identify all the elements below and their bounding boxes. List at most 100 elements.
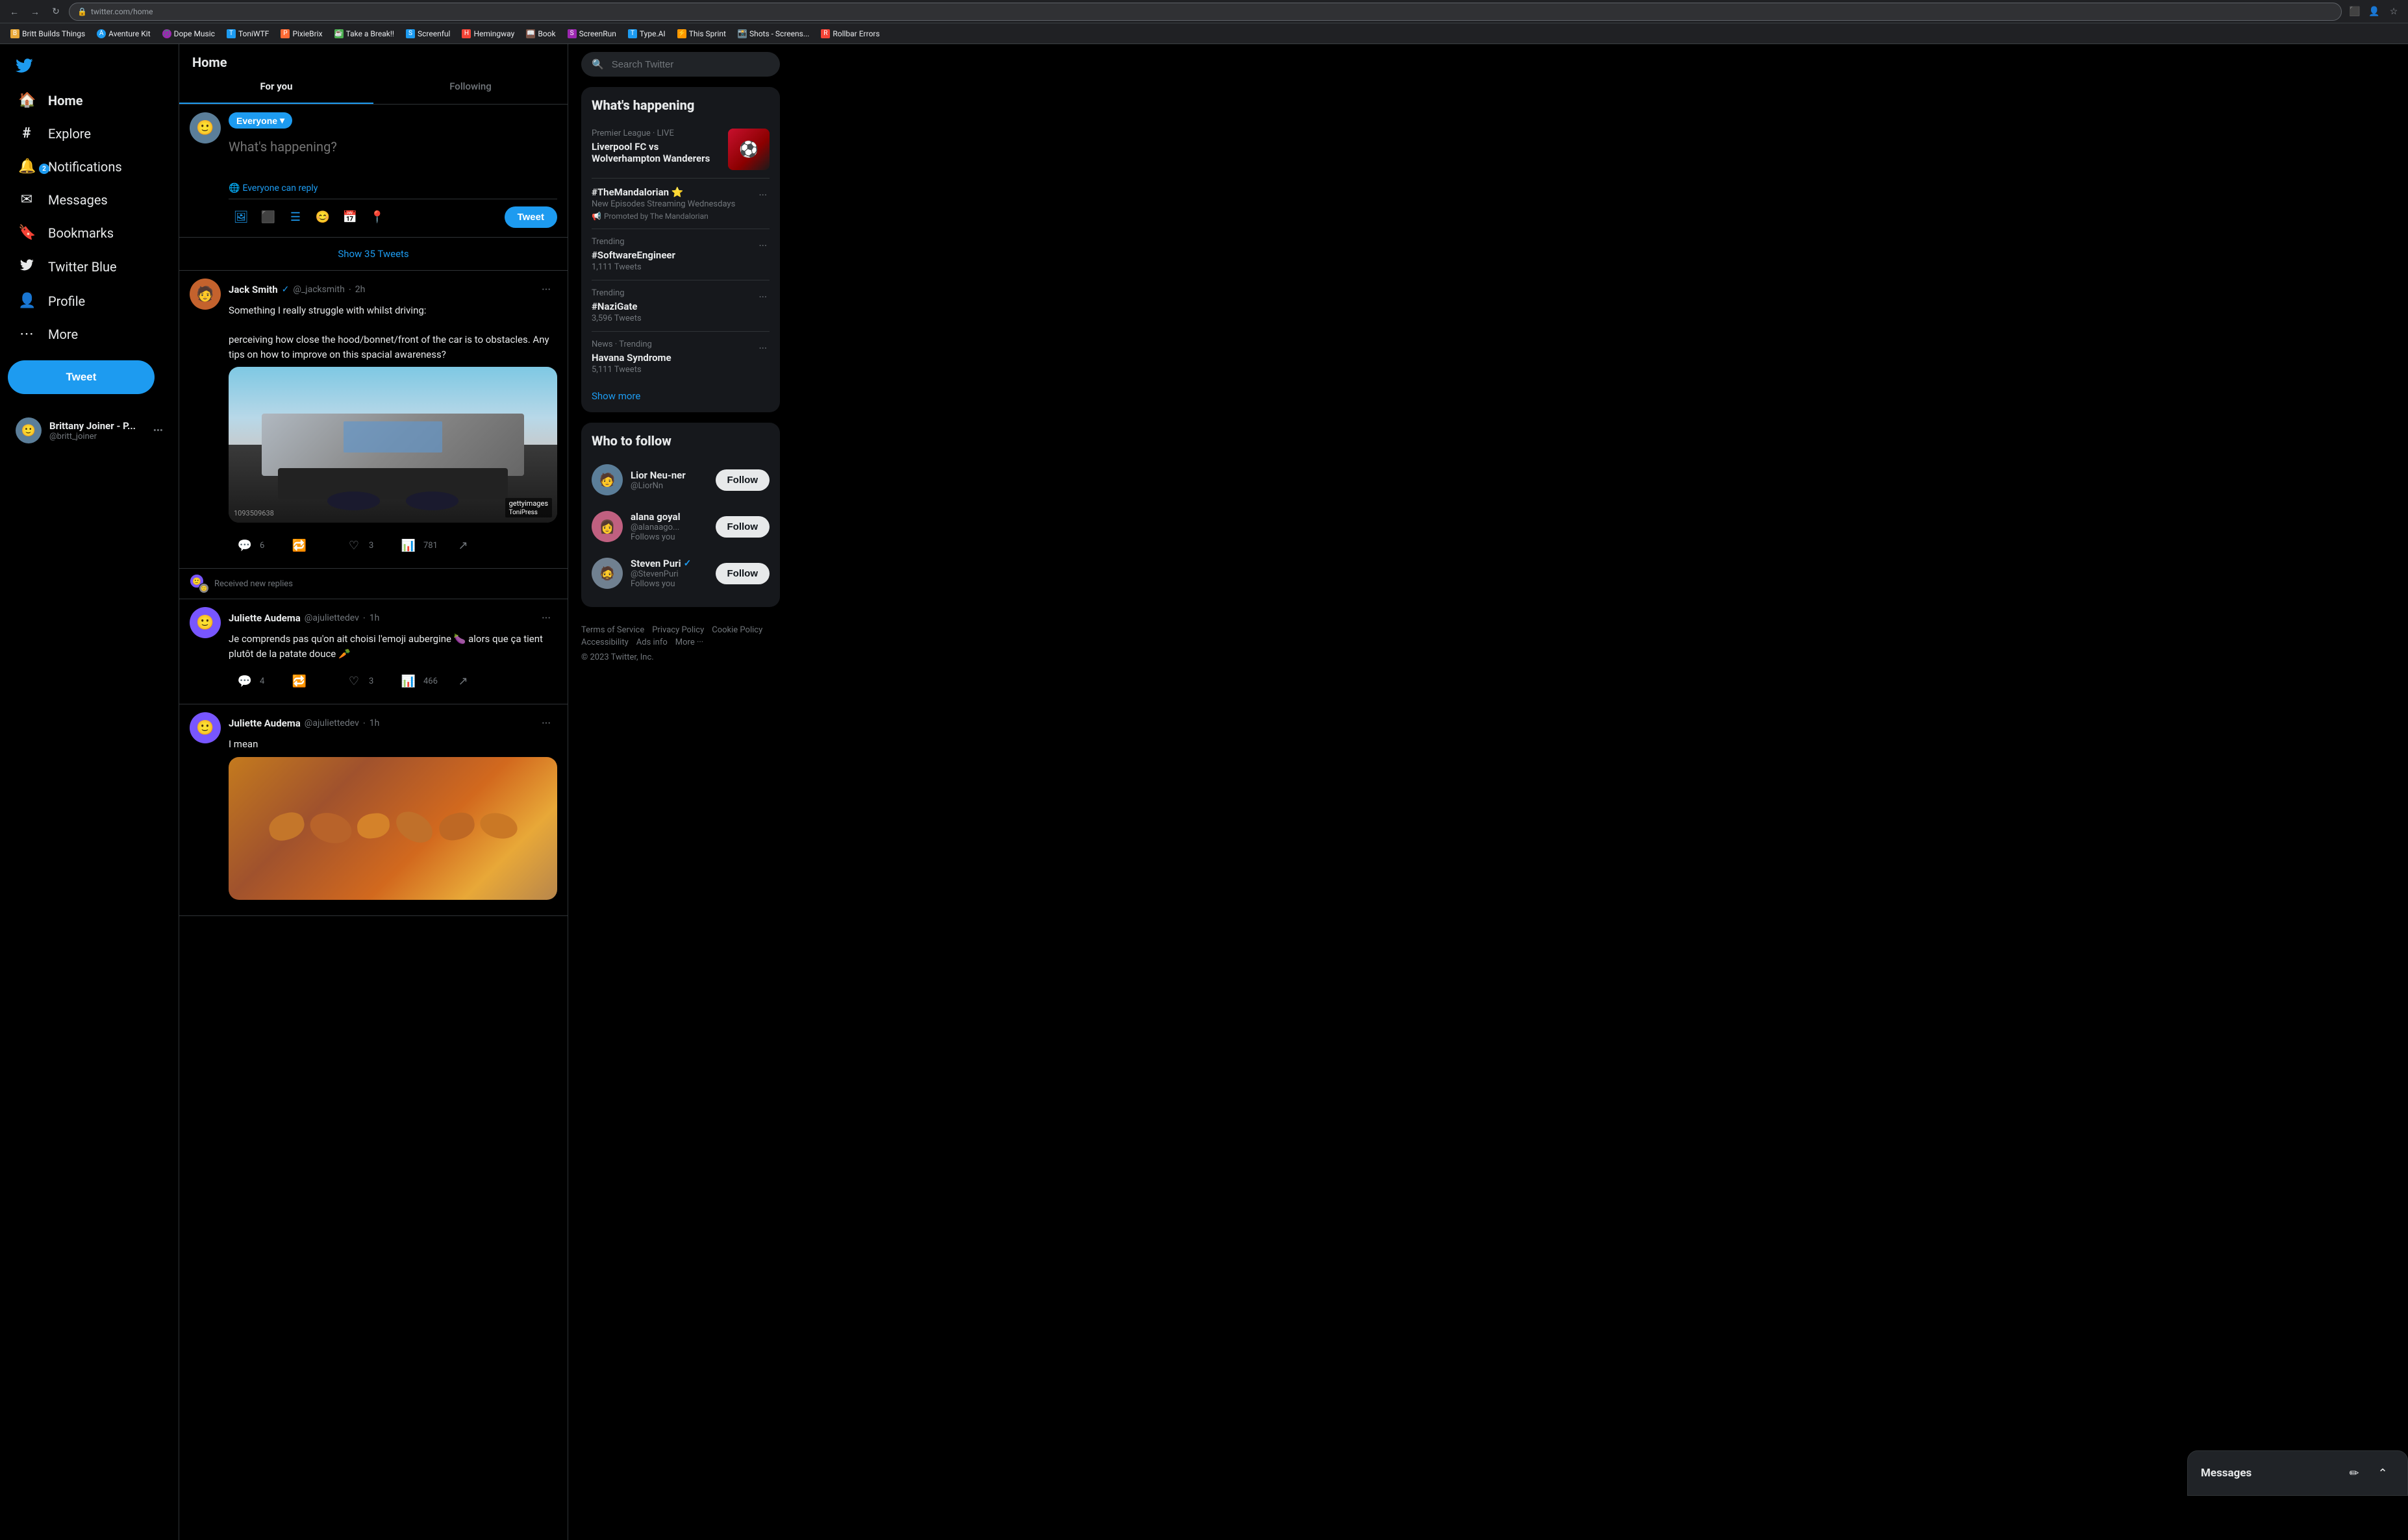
retweet-action[interactable]: 🔁 (283, 530, 335, 560)
trending-more-software[interactable]: ··· (756, 237, 770, 255)
bookmark-button[interactable]: ☆ (2385, 3, 2403, 21)
search-bar[interactable]: 🔍 (581, 52, 780, 77)
reply-count-j1: 4 (260, 677, 264, 686)
trending-more-nazigate[interactable]: ··· (756, 288, 770, 306)
bookmark-break[interactable]: ☕ Take a Break!! (329, 27, 399, 41)
tweet-jack-smith[interactable]: 🧑 Jack Smith ✓ @_jacksmith · 2h ··· Some… (179, 271, 568, 569)
like-action-j1[interactable]: ♡ 3 (338, 666, 390, 696)
tab-following[interactable]: Following (373, 70, 568, 104)
footer-ads[interactable]: Ads info (636, 638, 668, 647)
sidebar-item-bookmarks[interactable]: 🔖 Bookmarks (8, 217, 171, 249)
follow-button-alana[interactable]: Follow (716, 516, 770, 538)
views-action[interactable]: 📊 781 (392, 530, 444, 560)
share-action[interactable]: ↗ (447, 530, 499, 560)
tweet-header-juliette-1: Juliette Audema @ajuliettedev · 1h ··· (229, 607, 557, 629)
follow-item-alana[interactable]: 👩 alana goyal @alanaago... Follows you F… (592, 503, 770, 550)
compose-right: Everyone ▾ 🌐 Everyone can reply 🖼 ⬛ ☰ 😊 … (229, 112, 557, 229)
twitter-logo[interactable] (8, 49, 40, 82)
follow-name-lior: Lior Neu-ner (631, 469, 708, 481)
share-icon-j1: ↗ (452, 670, 474, 692)
footer-accessibility[interactable]: Accessibility (581, 638, 629, 647)
audience-selector[interactable]: Everyone ▾ (229, 112, 292, 129)
compose-message-button[interactable]: ✏ (2342, 1461, 2366, 1485)
footer-cookie[interactable]: Cookie Policy (712, 625, 762, 635)
compose-icons: 🖼 ⬛ ☰ 😊 📅 📍 (229, 205, 390, 229)
follow-item-lior[interactable]: 🧑 Lior Neu-ner @LiorNn Follow (592, 456, 770, 503)
tweet-more-button-j1[interactable]: ··· (535, 607, 557, 629)
bookmark-toni[interactable]: T ToniWTF (221, 27, 275, 41)
bookmark-screenful[interactable]: S Screenful (401, 27, 455, 41)
views-action-j1[interactable]: 📊 466 (392, 666, 444, 696)
bookmark-hemingway[interactable]: H Hemingway (457, 27, 520, 41)
bookmark-hemingway-label: Hemingway (473, 29, 514, 38)
trending-more-havana[interactable]: ··· (756, 340, 770, 357)
collapse-messages-button[interactable]: ⌃ (2371, 1461, 2394, 1485)
bookmark-dope[interactable]: 🎵 Dope Music (157, 27, 220, 41)
reply-action[interactable]: 💬 6 (229, 530, 281, 560)
whats-happening-card: What's happening Premier League · LIVE L… (581, 87, 780, 412)
trending-mandalorian[interactable]: #TheMandalorian ⭐ New Episodes Streaming… (592, 179, 770, 229)
search-input[interactable] (612, 59, 770, 70)
trending-nazigate[interactable]: Trending #NaziGate 3,596 Tweets ··· (592, 280, 770, 332)
trending-more-mandalorian[interactable]: ··· (756, 186, 770, 204)
tweet-button[interactable]: Tweet (8, 360, 155, 394)
extensions-button[interactable]: ⬛ (2346, 3, 2364, 21)
refresh-button[interactable]: ↻ (47, 3, 65, 21)
bookmark-shots[interactable]: 📸 Shots - Screens... (733, 27, 814, 41)
tweet-header-jack: Jack Smith ✓ @_jacksmith · 2h ··· (229, 279, 557, 301)
like-action[interactable]: ♡ 3 (338, 530, 390, 560)
show-more-trending[interactable]: Show more (592, 382, 770, 402)
follow-item-steven[interactable]: 🧔 Steven Puri ✓ @StevenPuri Follows you … (592, 550, 770, 597)
bookmark-sprint[interactable]: ⚡ This Sprint (672, 27, 731, 41)
tweet-time-j2: 1h (370, 718, 380, 728)
tweet-more-button-j2[interactable]: ··· (535, 712, 557, 734)
sidebar-item-profile[interactable]: 👤 Profile (8, 285, 171, 317)
bookmark-book[interactable]: 📖 Book (521, 27, 560, 41)
tweet-more-button[interactable]: ··· (535, 279, 557, 301)
sidebar-item-more[interactable]: ⋯ More (8, 318, 171, 350)
sidebar-item-twitter-blue[interactable]: Twitter Blue (8, 250, 171, 284)
bookmark-rollbar[interactable]: R Rollbar Errors (816, 27, 884, 41)
sidebar-item-messages[interactable]: ✉ Messages (8, 184, 171, 216)
address-bar[interactable]: 🔒 twitter.com/home (69, 3, 2342, 21)
sidebar-profile[interactable]: 🙂 Brittany Joiner - P... @britt_joiner •… (8, 410, 171, 451)
globe-icon: 🌐 (229, 183, 240, 193)
media-icon-btn[interactable]: 🖼 (229, 205, 253, 229)
sidebar-item-home[interactable]: 🏠 Home (8, 84, 171, 116)
bookmark-aventure[interactable]: A Aventure Kit (92, 27, 155, 41)
location-icon-btn[interactable]: 📍 (365, 205, 390, 229)
follow-button-steven[interactable]: Follow (716, 563, 770, 584)
submit-tweet-button[interactable]: Tweet (505, 206, 557, 228)
reply-action-j1[interactable]: 💬 4 (229, 666, 281, 696)
schedule-icon-btn[interactable]: 📅 (338, 205, 362, 229)
emoji-icon-btn[interactable]: 😊 (310, 205, 335, 229)
share-action-j1[interactable]: ↗ (447, 666, 499, 696)
back-button[interactable]: ← (5, 3, 23, 21)
tab-for-you[interactable]: For you (179, 70, 373, 104)
more-icon: ⋯ (18, 326, 35, 342)
footer-privacy[interactable]: Privacy Policy (652, 625, 704, 635)
bookmark-britt[interactable]: B Britt Builds Things (5, 27, 90, 41)
trending-software[interactable]: Trending #SoftwareEngineer 1,111 Tweets … (592, 229, 770, 280)
tweet-juliette-2[interactable]: 🙂 Juliette Audema @ajuliettedev · 1h ···… (179, 704, 568, 916)
show-tweets-banner[interactable]: Show 35 Tweets (179, 238, 568, 271)
profile-button[interactable]: 👤 (2365, 3, 2383, 21)
retweet-action-j1[interactable]: 🔁 (283, 666, 335, 696)
bookmark-pixie[interactable]: P PixieBrix (275, 27, 327, 41)
sidebar-item-explore[interactable]: # Explore (8, 118, 171, 149)
forward-button[interactable]: → (26, 3, 44, 21)
sidebar: 🏠 Home # Explore 🔔 2 Notifications ✉ Mes… (0, 44, 179, 1496)
gif-icon-btn[interactable]: ⬛ (256, 205, 281, 229)
chart-icon-j1: 📊 (397, 670, 420, 692)
trending-liverpool[interactable]: Premier League · LIVE Liverpool FC vs Wo… (592, 121, 770, 179)
tweet-juliette-1[interactable]: 🙂 Juliette Audema @ajuliettedev · 1h ···… (179, 599, 568, 704)
footer-terms[interactable]: Terms of Service (581, 625, 644, 635)
footer-more[interactable]: More ··· (675, 638, 703, 647)
bookmark-screenrun[interactable]: S ScreenRun (562, 27, 621, 41)
trending-havana[interactable]: News · Trending Havana Syndrome 5,111 Tw… (592, 332, 770, 382)
follow-button-lior[interactable]: Follow (716, 469, 770, 491)
bookmark-typeai[interactable]: T Type.AI (623, 27, 671, 41)
sidebar-item-notifications[interactable]: 🔔 2 Notifications (8, 151, 171, 182)
list-icon-btn[interactable]: ☰ (283, 205, 308, 229)
compose-input[interactable] (229, 134, 557, 175)
